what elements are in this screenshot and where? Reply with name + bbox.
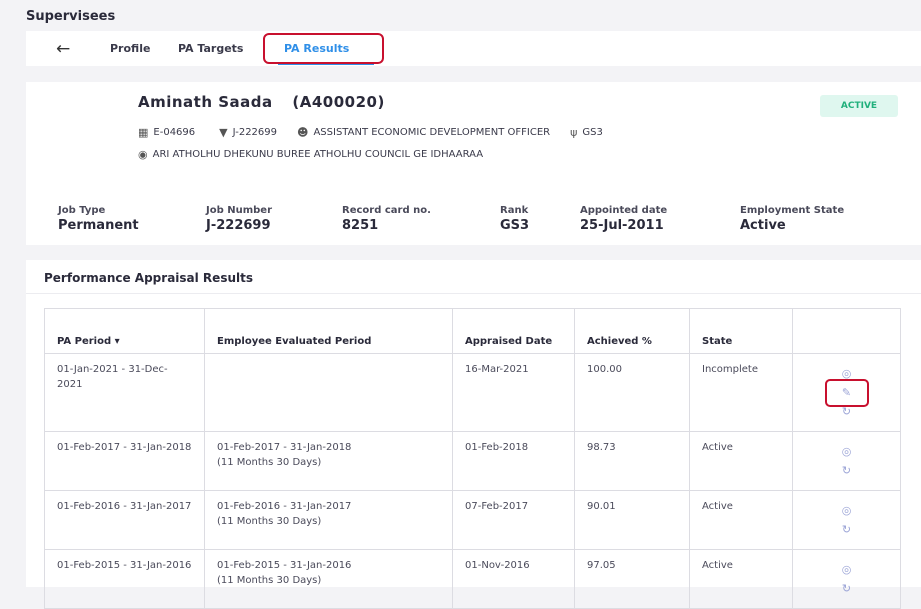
cell-state: Active bbox=[689, 490, 793, 550]
edit-icon[interactable]: ✎ bbox=[824, 379, 869, 407]
evaluated-range: 01-Feb-2015 - 31-Jan-2016 bbox=[217, 560, 352, 571]
cell-achieved: 90.01 bbox=[574, 490, 690, 550]
employee-profile-card: Aminath Saada (A400020) ACTIVE ▦ E-04696… bbox=[26, 82, 921, 245]
cell-evaluated-period: 01-Feb-2015 - 31-Jan-2016 (11 Months 30 … bbox=[204, 549, 453, 609]
workplace-row: ◉ ARI ATHOLHU DHEKUNU BUREE ATHOLHU COUN… bbox=[138, 148, 483, 161]
arrow-left-icon[interactable]: ← bbox=[56, 39, 70, 59]
summary-value: Permanent bbox=[58, 218, 139, 233]
column-header-achieved: Achieved % bbox=[574, 308, 690, 354]
column-header-pa-period[interactable]: PA Period ▾ bbox=[44, 308, 205, 354]
summary-value: J-222699 bbox=[206, 218, 271, 233]
grade-icon: ψ bbox=[570, 126, 578, 139]
summary-job-number: Job Number J-222699 bbox=[206, 205, 272, 233]
summary-value: 8251 bbox=[342, 218, 379, 233]
view-eye-icon[interactable]: ◎ bbox=[838, 504, 856, 518]
employee-code: (A400020) bbox=[292, 93, 385, 111]
evaluated-range: 01-Feb-2017 - 31-Jan-2018 bbox=[217, 442, 352, 453]
summary-label: Rank bbox=[500, 205, 529, 216]
cell-actions: ◎ ✎ ↻ bbox=[792, 353, 901, 432]
building-icon: ▦ bbox=[138, 126, 149, 139]
results-title: Performance Appraisal Results bbox=[44, 271, 253, 285]
summary-employment-state: Employment State Active bbox=[740, 205, 844, 233]
workplace: ARI ATHOLHU DHEKUNU BUREE ATHOLHU COUNCI… bbox=[152, 149, 484, 160]
history-icon[interactable]: ↻ bbox=[838, 523, 856, 537]
cell-pa-period: 01-Feb-2015 - 31-Jan-2016 bbox=[44, 549, 205, 609]
cell-evaluated-period bbox=[204, 353, 453, 432]
cell-actions: ◎ ↻ bbox=[792, 490, 901, 550]
tab-bar: ← Profile PA Targets PA Results bbox=[26, 31, 921, 66]
page-title: Supervisees bbox=[26, 9, 116, 24]
cell-appraised-date: 07-Feb-2017 bbox=[452, 490, 575, 550]
table-row: 01-Feb-2016 - 31-Jan-2017 01-Feb-2016 - … bbox=[44, 490, 901, 550]
summary-value: GS3 bbox=[500, 218, 530, 233]
column-header-actions bbox=[792, 308, 901, 354]
view-eye-icon[interactable]: ◎ bbox=[838, 563, 856, 577]
history-icon[interactable]: ↻ bbox=[838, 405, 856, 419]
cell-evaluated-period: 01-Feb-2017 - 31-Jan-2018 (11 Months 30 … bbox=[204, 431, 453, 491]
status-badge: ACTIVE bbox=[820, 95, 898, 117]
edit-highlight-box bbox=[824, 379, 869, 407]
summary-value: 25-Jul-2011 bbox=[580, 218, 664, 233]
location-pin-icon: ◉ bbox=[138, 148, 148, 161]
pa-results-card: Performance Appraisal Results PA Period … bbox=[26, 260, 921, 609]
evaluated-duration: (11 Months 30 Days) bbox=[217, 516, 322, 527]
evaluated-range: 01-Feb-2016 - 31-Jan-2017 bbox=[217, 501, 352, 512]
tab-pa-targets[interactable]: PA Targets bbox=[178, 42, 243, 55]
cell-pa-period: 01-Jan-2021 - 31-Dec-2021 bbox=[44, 353, 205, 432]
tab-highlight-box bbox=[263, 33, 384, 64]
cell-pa-period: 01-Feb-2016 - 31-Jan-2017 bbox=[44, 490, 205, 550]
summary-label: Appointed date bbox=[580, 205, 668, 216]
cell-actions: ◎ ↻ bbox=[792, 431, 901, 491]
pa-results-table: PA Period ▾ Employee Evaluated Period Ap… bbox=[44, 308, 901, 609]
cell-achieved: 97.05 bbox=[574, 549, 690, 609]
summary-label: Job Number bbox=[206, 205, 273, 216]
summary-rank: Rank GS3 bbox=[500, 205, 529, 233]
cell-achieved: 98.73 bbox=[574, 431, 690, 491]
designation: ASSISTANT ECONOMIC DEVELOPMENT OFFICER bbox=[313, 127, 551, 138]
cell-pa-period: 01-Feb-2017 - 31-Jan-2018 bbox=[44, 431, 205, 491]
summary-label: Job Type bbox=[58, 205, 106, 216]
employee-name-heading: Aminath Saada (A400020) bbox=[138, 93, 385, 111]
column-header-appraised-date: Appraised Date bbox=[452, 308, 575, 354]
cell-appraised-date: 01-Nov-2016 bbox=[452, 549, 575, 609]
summary-record-card: Record card no. 8251 bbox=[342, 205, 431, 233]
history-icon[interactable]: ↻ bbox=[838, 582, 856, 596]
table-row: 01-Jan-2021 - 31-Dec-2021 16-Mar-2021 10… bbox=[44, 353, 901, 432]
job-number: J-222699 bbox=[232, 127, 277, 138]
cell-state: Active bbox=[689, 431, 793, 491]
cell-actions: ◎ ↻ bbox=[792, 549, 901, 609]
summary-appointed-date: Appointed date 25-Jul-2011 bbox=[580, 205, 667, 233]
employee-name: Aminath Saada bbox=[138, 93, 273, 111]
column-header-state: State bbox=[689, 308, 793, 354]
summary-job-type: Job Type Permanent bbox=[58, 205, 139, 233]
cell-achieved: 100.00 bbox=[574, 353, 690, 432]
table-row: 01-Feb-2017 - 31-Jan-2018 01-Feb-2017 - … bbox=[44, 431, 901, 491]
evaluated-duration: (11 Months 30 Days) bbox=[217, 457, 322, 468]
table-header-row: PA Period ▾ Employee Evaluated Period Ap… bbox=[44, 308, 901, 354]
employee-number: E-04696 bbox=[153, 127, 196, 138]
job-icon: ▼ bbox=[219, 126, 228, 139]
cell-state: Active bbox=[689, 549, 793, 609]
table-row: 01-Feb-2015 - 31-Jan-2016 01-Feb-2015 - … bbox=[44, 549, 901, 609]
summary-label: Record card no. bbox=[342, 205, 431, 216]
cell-evaluated-period: 01-Feb-2016 - 31-Jan-2017 (11 Months 30 … bbox=[204, 490, 453, 550]
column-header-evaluated-period: Employee Evaluated Period bbox=[204, 308, 453, 354]
divider bbox=[26, 293, 921, 294]
tab-profile[interactable]: Profile bbox=[110, 42, 150, 55]
cell-state: Incomplete bbox=[689, 353, 793, 432]
cell-appraised-date: 16-Mar-2021 bbox=[452, 353, 575, 432]
employee-meta-row: ▦ E-04696 ▼ J-222699 ☻ ASSISTANT ECONOMI… bbox=[138, 126, 623, 139]
grade: GS3 bbox=[582, 127, 603, 138]
history-icon[interactable]: ↻ bbox=[838, 464, 856, 478]
view-eye-icon[interactable]: ◎ bbox=[838, 445, 856, 459]
person-icon: ☻ bbox=[297, 126, 309, 139]
cell-appraised-date: 01-Feb-2018 bbox=[452, 431, 575, 491]
summary-label: Employment State bbox=[740, 205, 845, 216]
evaluated-duration: (11 Months 30 Days) bbox=[217, 575, 322, 586]
summary-value: Active bbox=[740, 218, 786, 233]
